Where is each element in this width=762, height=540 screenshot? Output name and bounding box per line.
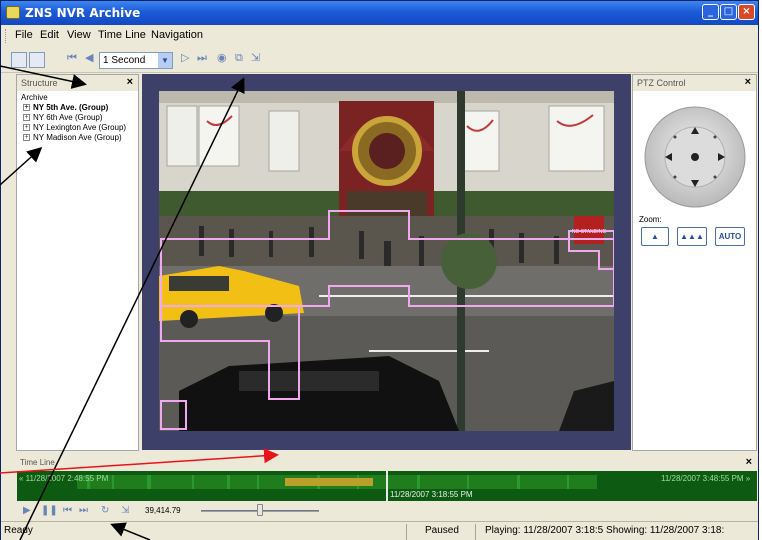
timeline-end: 11/28/2007 3:48:55 PM » xyxy=(661,474,751,483)
tree-item-ny-5th-ave[interactable]: + NY 5th Ave. (Group) xyxy=(21,103,126,113)
ptz-joystick[interactable] xyxy=(643,105,747,209)
structure-panel-header: Structure × xyxy=(17,75,138,91)
export-clip-icon[interactable]: ⇲ xyxy=(121,505,129,516)
timeline-close-icon[interactable]: × xyxy=(746,456,752,468)
expand-icon[interactable]: + xyxy=(23,124,30,131)
maximize-button[interactable]: □ xyxy=(720,4,737,20)
minimize-button[interactable]: _ xyxy=(702,4,719,20)
zoom-label: Zoom: xyxy=(639,215,662,224)
close-button[interactable]: × xyxy=(738,4,755,20)
zoom-in-fast-button[interactable]: ▲▲▲ xyxy=(677,227,707,246)
pause-icon[interactable]: ❚❚ xyxy=(41,505,58,516)
title-bar[interactable]: ZNS NVR Archive _ □ × xyxy=(1,1,758,25)
tree-item-ny-6th-ave[interactable]: + NY 6th Ave (Group) xyxy=(21,113,126,123)
timeline-title: Time Line xyxy=(20,458,55,467)
tree-item-label: NY 5th Ave. (Group) xyxy=(33,103,109,112)
export-icon[interactable]: ⇲ xyxy=(251,51,260,64)
tree-root-archive[interactable]: Archive xyxy=(21,93,126,103)
expand-icon[interactable]: + xyxy=(23,134,30,141)
playback-controls: ▶ ❚❚ ⏮ ⏭ ↻ ⇲ 39,414.79 xyxy=(17,501,757,521)
back-icon[interactable]: ◀ xyxy=(85,51,93,64)
timeline-current: 11/28/2007 3:18:55 PM xyxy=(390,490,473,499)
skip-back-icon[interactable]: ⏮ xyxy=(63,505,72,516)
menu-view[interactable]: View xyxy=(67,29,91,41)
menu-navigation[interactable]: Navigation xyxy=(151,29,203,41)
structure-panel: Structure × Archive + NY 5th Ave. (Group… xyxy=(16,74,139,451)
tree-item-label: NY Madison Ave (Group) xyxy=(33,133,122,142)
skip-forward-icon[interactable]: ⏭ xyxy=(79,505,88,516)
step-back-icon[interactable]: ⏮ xyxy=(67,51,77,65)
menu-bar: File Edit View Time Line Navigation xyxy=(1,25,758,47)
timeline-header: Time Line × xyxy=(17,456,757,470)
status-bar: Ready Paused Playing: 11/28/2007 3:18:5 … xyxy=(1,521,758,540)
record-icon[interactable]: ◉ xyxy=(217,51,227,64)
street-scene-image: NO STANDING xyxy=(159,91,614,431)
structure-tree: Archive + NY 5th Ave. (Group) + NY 6th A… xyxy=(21,93,126,143)
app-window: ZNS NVR Archive _ □ × File Edit View Tim… xyxy=(0,0,759,540)
tree-item-label: NY 6th Ave (Group) xyxy=(33,113,103,122)
interval-value: 1 Second xyxy=(103,55,146,66)
play-icon[interactable]: ▶ xyxy=(23,505,31,516)
status-state: Paused xyxy=(425,525,459,536)
ptz-panel-title: PTZ Control xyxy=(637,78,686,88)
zoom-auto-button[interactable]: AUTO xyxy=(715,227,745,246)
expand-icon[interactable]: + xyxy=(23,104,30,111)
toolbar: ⏮ ◀ 1 Second ▼ ▷ ⏭ ◉ ⧉ ⇲ xyxy=(1,47,758,73)
timeline-bar[interactable]: « 11/28/2007 2:48:55 PM 11/28/2007 3:18:… xyxy=(17,471,757,501)
app-icon xyxy=(6,6,20,19)
ptz-panel: PTZ Control × Zoom: ▲ ▲▲▲ AUTO xyxy=(632,74,757,451)
status-playing: Playing: 11/28/2007 3:18:5 Showing: 11/2… xyxy=(485,525,725,536)
structure-panel-title: Structure xyxy=(21,78,58,88)
speed-slider-thumb[interactable] xyxy=(257,504,263,516)
ptz-close-icon[interactable]: × xyxy=(745,76,751,88)
layout-2-icon[interactable] xyxy=(29,52,45,68)
tree-item-label: NY Lexington Ave (Group) xyxy=(33,123,127,132)
camera-view[interactable]: NO STANDING xyxy=(159,91,614,431)
tree-item-ny-madison-ave[interactable]: + NY Madison Ave (Group) xyxy=(21,133,126,143)
tree-item-ny-lexington-ave[interactable]: + NY Lexington Ave (Group) xyxy=(21,123,126,133)
menu-time-line[interactable]: Time Line xyxy=(98,29,146,41)
timeline-start: « 11/28/2007 2:48:55 PM xyxy=(19,474,109,483)
video-frame: NO STANDING xyxy=(142,74,631,450)
chevron-down-icon[interactable]: ▼ xyxy=(158,53,172,68)
window-title: ZNS NVR Archive xyxy=(25,6,141,20)
status-ready: Ready xyxy=(4,525,33,536)
interval-select[interactable]: 1 Second ▼ xyxy=(99,52,173,69)
playback-speed: 39,414.79 xyxy=(145,506,181,515)
menu-grip xyxy=(5,29,8,43)
layout-1-icon[interactable] xyxy=(11,52,27,68)
menu-file[interactable]: File xyxy=(15,29,33,41)
status-divider xyxy=(406,524,407,540)
step-forward-icon[interactable]: ⏭ xyxy=(197,51,207,65)
menu-edit[interactable]: Edit xyxy=(40,29,59,41)
snapshot-icon[interactable]: ⧉ xyxy=(235,51,243,65)
status-divider xyxy=(475,524,476,540)
loop-icon[interactable]: ↻ xyxy=(101,505,109,516)
structure-close-icon[interactable]: × xyxy=(127,76,133,88)
forward-icon[interactable]: ▷ xyxy=(181,51,189,64)
timeline-cursor[interactable] xyxy=(386,471,388,501)
zoom-in-button[interactable]: ▲ xyxy=(641,227,669,246)
expand-icon[interactable]: + xyxy=(23,114,30,121)
ptz-panel-header: PTZ Control × xyxy=(633,75,756,91)
